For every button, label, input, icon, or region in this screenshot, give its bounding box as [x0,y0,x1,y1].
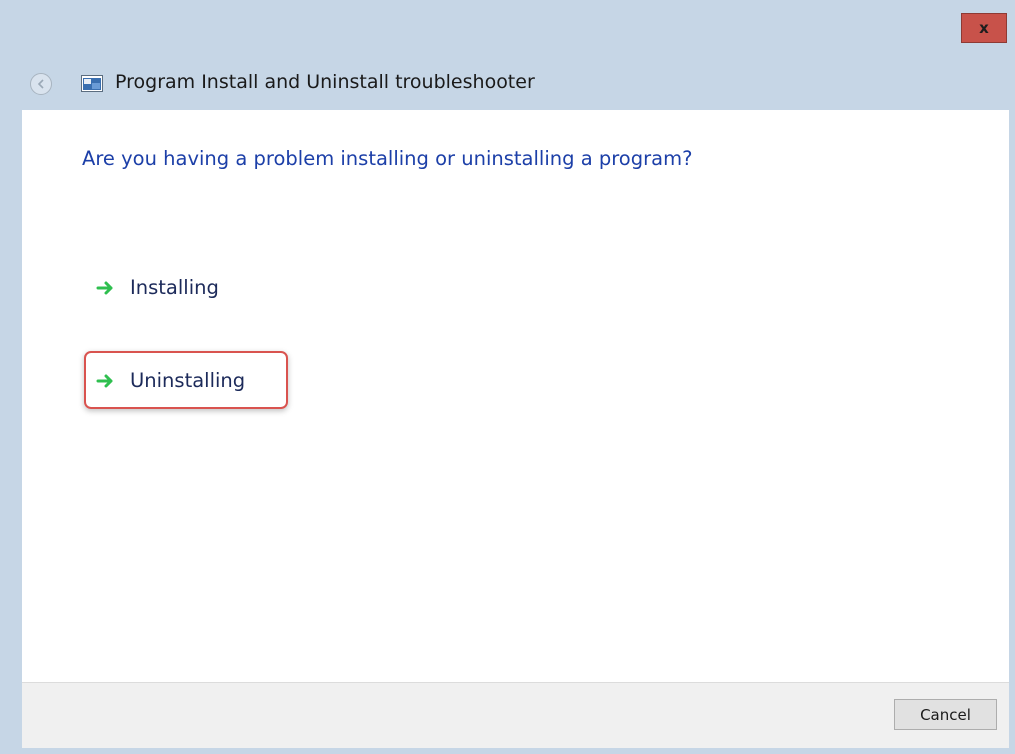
content-area: Are you having a problem installing or u… [22,110,1009,682]
option-uninstalling-label: Uninstalling [130,369,246,392]
option-uninstalling[interactable]: Uninstalling [96,369,245,392]
green-arrow-icon [96,281,113,294]
close-label: x [979,19,989,37]
cancel-label: Cancel [920,705,971,724]
troubleshooter-window: x Program Install and Uninstall troubles… [0,0,1015,754]
question-heading: Are you having a problem installing or u… [82,147,693,170]
option-installing[interactable]: Installing [96,276,219,299]
cancel-button[interactable]: Cancel [894,699,997,730]
troubleshooter-icon [81,75,103,92]
green-arrow-icon [96,374,113,387]
back-arrow-icon [37,79,44,89]
close-button[interactable]: x [961,13,1007,43]
back-button[interactable] [30,73,52,95]
footer-bar: Cancel [22,682,1009,748]
title-bar: x Program Install and Uninstall troubles… [0,0,1015,110]
option-installing-label: Installing [130,276,219,299]
window-title: Program Install and Uninstall troublesho… [115,71,535,93]
